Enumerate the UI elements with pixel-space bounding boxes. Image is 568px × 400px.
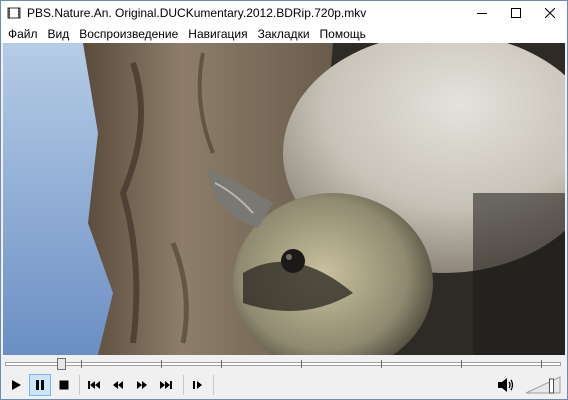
pause-icon (36, 380, 44, 390)
pause-button[interactable] (29, 374, 51, 396)
separator (213, 375, 214, 395)
separator (79, 375, 80, 395)
menu-file[interactable]: Файл (3, 25, 43, 43)
stop-icon (59, 380, 69, 390)
chapter-marker (161, 360, 162, 368)
minimize-button[interactable] (465, 1, 499, 25)
rewind-button[interactable] (107, 374, 129, 396)
separator (183, 375, 184, 395)
frame-step-button[interactable] (187, 374, 209, 396)
seek-bar[interactable] (1, 355, 567, 371)
speaker-icon (498, 378, 514, 392)
chapter-marker (381, 360, 382, 368)
maximize-button[interactable] (499, 1, 533, 25)
player-window: PBS.Nature.An. Original.DUCKumentary.201… (0, 0, 568, 400)
menu-help[interactable]: Помощь (315, 25, 371, 43)
chapter-marker (541, 360, 542, 368)
title-bar[interactable]: PBS.Nature.An. Original.DUCKumentary.201… (1, 1, 567, 25)
seek-track[interactable] (5, 362, 561, 366)
maximize-icon (511, 8, 521, 18)
play-icon (12, 380, 21, 390)
menu-playback[interactable]: Воспроизведение (74, 25, 183, 43)
volume-thumb[interactable] (549, 378, 554, 394)
media-player-icon (7, 7, 21, 19)
stop-button[interactable] (53, 374, 75, 396)
frame-step-icon (193, 381, 202, 389)
rewind-icon (113, 381, 123, 389)
window-title: PBS.Nature.An. Original.DUCKumentary.201… (27, 6, 367, 20)
menu-bookmarks[interactable]: Закладки (253, 25, 315, 43)
skip-back-icon (88, 381, 100, 389)
chapter-marker (221, 360, 222, 368)
play-button[interactable] (5, 374, 27, 396)
fast-forward-icon (137, 381, 147, 389)
seek-thumb[interactable] (56, 358, 66, 370)
chapter-marker (81, 360, 82, 368)
menu-navigate[interactable]: Навигация (183, 25, 252, 43)
skip-forward-icon (160, 381, 172, 389)
video-display[interactable] (3, 43, 565, 355)
control-bar (1, 371, 567, 399)
close-icon (545, 8, 555, 18)
close-button[interactable] (533, 1, 567, 25)
chapter-marker (301, 360, 302, 368)
fast-forward-button[interactable] (131, 374, 153, 396)
minimize-icon (477, 13, 487, 14)
mute-button[interactable] (495, 374, 517, 396)
volume-slider[interactable] (525, 376, 561, 394)
video-frame (3, 43, 565, 355)
menu-bar: Файл Вид Воспроизведение Навигация Закла… (1, 25, 567, 43)
menu-view[interactable]: Вид (43, 25, 75, 43)
previous-button[interactable] (83, 374, 105, 396)
chapter-marker (461, 360, 462, 368)
next-button[interactable] (155, 374, 177, 396)
